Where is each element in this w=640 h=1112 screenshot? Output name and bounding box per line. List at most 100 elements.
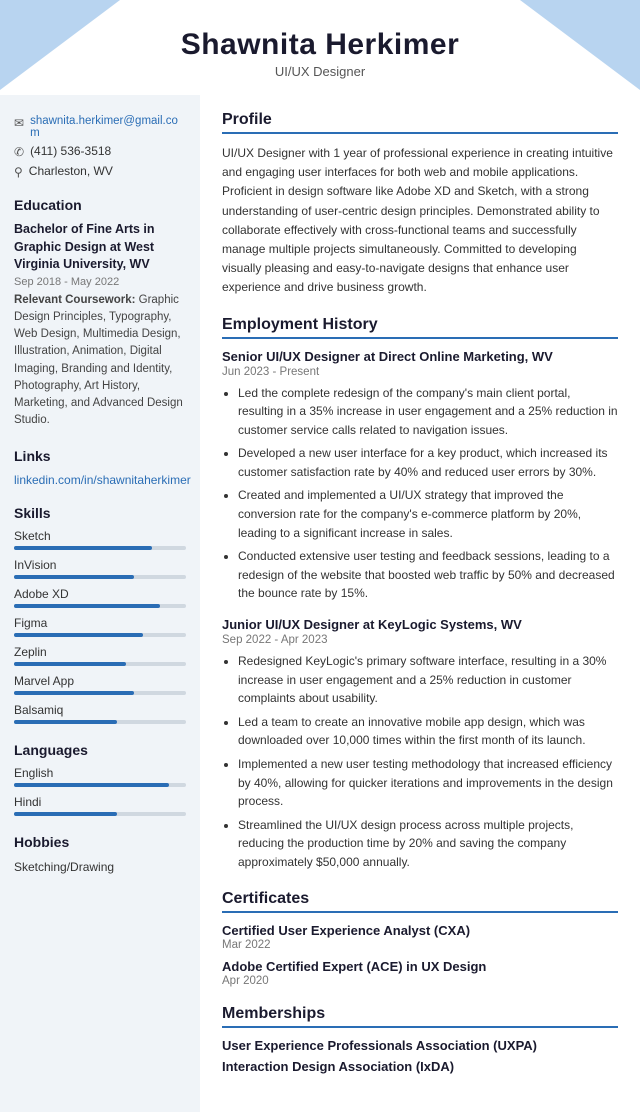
sidebar: ✉ shawnita.herkimer@gmail.com ✆ (411) 53…	[0, 95, 200, 1112]
membership-item: Interaction Design Association (IxDA)	[222, 1059, 618, 1074]
skill-bar-fill	[14, 604, 160, 608]
skill-name: InVision	[14, 558, 186, 572]
job-bullet: Streamlined the UI/UX design process acr…	[238, 816, 618, 872]
job-dates: Sep 2022 - Apr 2023	[222, 634, 618, 646]
skill-name: Adobe XD	[14, 587, 186, 601]
job-bullet: Redesigned KeyLogic's primary software i…	[238, 652, 618, 708]
education-degree: Bachelor of Fine Arts in Graphic Design …	[14, 221, 186, 274]
skill-item: Balsamiq	[14, 703, 186, 724]
employment-section: Employment History Senior UI/UX Designer…	[222, 316, 618, 872]
cert-item: Adobe Certified Expert (ACE) in UX Desig…	[222, 959, 618, 987]
language-bar-bg	[14, 812, 186, 816]
skill-bar-bg	[14, 633, 186, 637]
linkedin-link[interactable]: linkedin.com/in/shawnitaherkimer	[14, 473, 191, 487]
candidate-name: Shawnita Herkimer	[20, 28, 620, 62]
email-icon: ✉	[14, 116, 24, 130]
skill-name: Balsamiq	[14, 703, 186, 717]
education-coursework: Relevant Coursework: Graphic Design Prin…	[14, 292, 186, 430]
cert-date: Mar 2022	[222, 939, 618, 951]
language-bar-fill	[14, 812, 117, 816]
job-item: Junior UI/UX Designer at KeyLogic System…	[222, 617, 618, 872]
language-item: English	[14, 766, 186, 787]
language-item: Hindi	[14, 795, 186, 816]
languages-list: English Hindi	[14, 766, 186, 816]
phone-text: (411) 536-3518	[30, 144, 111, 158]
contact-section: ✉ shawnita.herkimer@gmail.com ✆ (411) 53…	[14, 115, 186, 179]
education-section: Education Bachelor of Fine Arts in Graph…	[14, 197, 186, 430]
resume-header: Shawnita Herkimer UI/UX Designer	[0, 0, 640, 95]
skill-item: Figma	[14, 616, 186, 637]
skill-bar-bg	[14, 662, 186, 666]
memberships-section: Memberships User Experience Professional…	[222, 1005, 618, 1074]
skill-name: Zeplin	[14, 645, 186, 659]
skill-bar-fill	[14, 546, 152, 550]
certs-list: Certified User Experience Analyst (CXA) …	[222, 923, 618, 987]
skill-name: Marvel App	[14, 674, 186, 688]
skill-bar-bg	[14, 691, 186, 695]
hobbies-section: Hobbies Sketching/Drawing	[14, 834, 186, 877]
skill-item: Marvel App	[14, 674, 186, 695]
skill-bar-fill	[14, 662, 126, 666]
profile-section: Profile UI/UX Designer with 1 year of pr…	[222, 111, 618, 298]
job-bullet: Led the complete redesign of the company…	[238, 384, 618, 440]
coursework-label: Relevant Coursework:	[14, 294, 135, 306]
job-bullet: Created and implemented a UI/UX strategy…	[238, 486, 618, 542]
email-link[interactable]: shawnita.herkimer@gmail.com	[30, 115, 186, 139]
languages-section: Languages English Hindi	[14, 742, 186, 816]
membership-item: User Experience Professionals Associatio…	[222, 1038, 618, 1053]
membership-title: Interaction Design Association (IxDA)	[222, 1059, 618, 1074]
cert-title: Adobe Certified Expert (ACE) in UX Desig…	[222, 959, 618, 974]
cert-date: Apr 2020	[222, 975, 618, 987]
skill-bar-fill	[14, 575, 134, 579]
candidate-title: UI/UX Designer	[20, 64, 620, 79]
job-bullets: Led the complete redesign of the company…	[222, 384, 618, 604]
location-icon: ⚲	[14, 165, 23, 179]
job-bullets: Redesigned KeyLogic's primary software i…	[222, 652, 618, 872]
email-item: ✉ shawnita.herkimer@gmail.com	[14, 115, 186, 139]
links-section: Links linkedin.com/in/shawnitaherkimer	[14, 448, 186, 487]
coursework-text: Graphic Design Principles, Typography, W…	[14, 294, 183, 427]
linkedin-link-item: linkedin.com/in/shawnitaherkimer	[14, 472, 186, 487]
skill-bar-bg	[14, 720, 186, 724]
employment-section-title: Employment History	[222, 316, 618, 339]
certificates-section: Certificates Certified User Experience A…	[222, 890, 618, 987]
skill-name: Figma	[14, 616, 186, 630]
job-bullet: Developed a new user interface for a key…	[238, 444, 618, 481]
skill-bar-fill	[14, 633, 143, 637]
language-bar-bg	[14, 783, 186, 787]
language-bar-fill	[14, 783, 169, 787]
memberships-section-title: Memberships	[222, 1005, 618, 1028]
job-bullet: Conducted extensive user testing and fee…	[238, 547, 618, 603]
memberships-list: User Experience Professionals Associatio…	[222, 1038, 618, 1074]
job-item: Senior UI/UX Designer at Direct Online M…	[222, 349, 618, 604]
skill-bar-bg	[14, 546, 186, 550]
skills-section: Skills Sketch InVision Adobe XD Figma Ze…	[14, 505, 186, 724]
education-title: Education	[14, 197, 186, 213]
main-layout: ✉ shawnita.herkimer@gmail.com ✆ (411) 53…	[0, 95, 640, 1112]
hobbies-title: Hobbies	[14, 834, 186, 850]
skill-bar-fill	[14, 691, 134, 695]
skill-bar-fill	[14, 720, 117, 724]
languages-title: Languages	[14, 742, 186, 758]
cert-title: Certified User Experience Analyst (CXA)	[222, 923, 618, 938]
hobbies-text: Sketching/Drawing	[14, 858, 186, 877]
skills-title: Skills	[14, 505, 186, 521]
phone-item: ✆ (411) 536-3518	[14, 144, 186, 159]
education-dates: Sep 2018 - May 2022	[14, 276, 186, 288]
skill-bar-bg	[14, 575, 186, 579]
location-item: ⚲ Charleston, WV	[14, 164, 186, 179]
phone-icon: ✆	[14, 145, 24, 159]
skill-item: Zeplin	[14, 645, 186, 666]
links-title: Links	[14, 448, 186, 464]
job-bullet: Implemented a new user testing methodolo…	[238, 755, 618, 811]
skills-list: Sketch InVision Adobe XD Figma Zeplin	[14, 529, 186, 724]
language-name: Hindi	[14, 795, 186, 809]
profile-text: UI/UX Designer with 1 year of profession…	[222, 144, 618, 298]
skill-name: Sketch	[14, 529, 186, 543]
jobs-list: Senior UI/UX Designer at Direct Online M…	[222, 349, 618, 872]
language-name: English	[14, 766, 186, 780]
certificates-section-title: Certificates	[222, 890, 618, 913]
cert-item: Certified User Experience Analyst (CXA) …	[222, 923, 618, 951]
job-dates: Jun 2023 - Present	[222, 366, 618, 378]
skill-bar-bg	[14, 604, 186, 608]
